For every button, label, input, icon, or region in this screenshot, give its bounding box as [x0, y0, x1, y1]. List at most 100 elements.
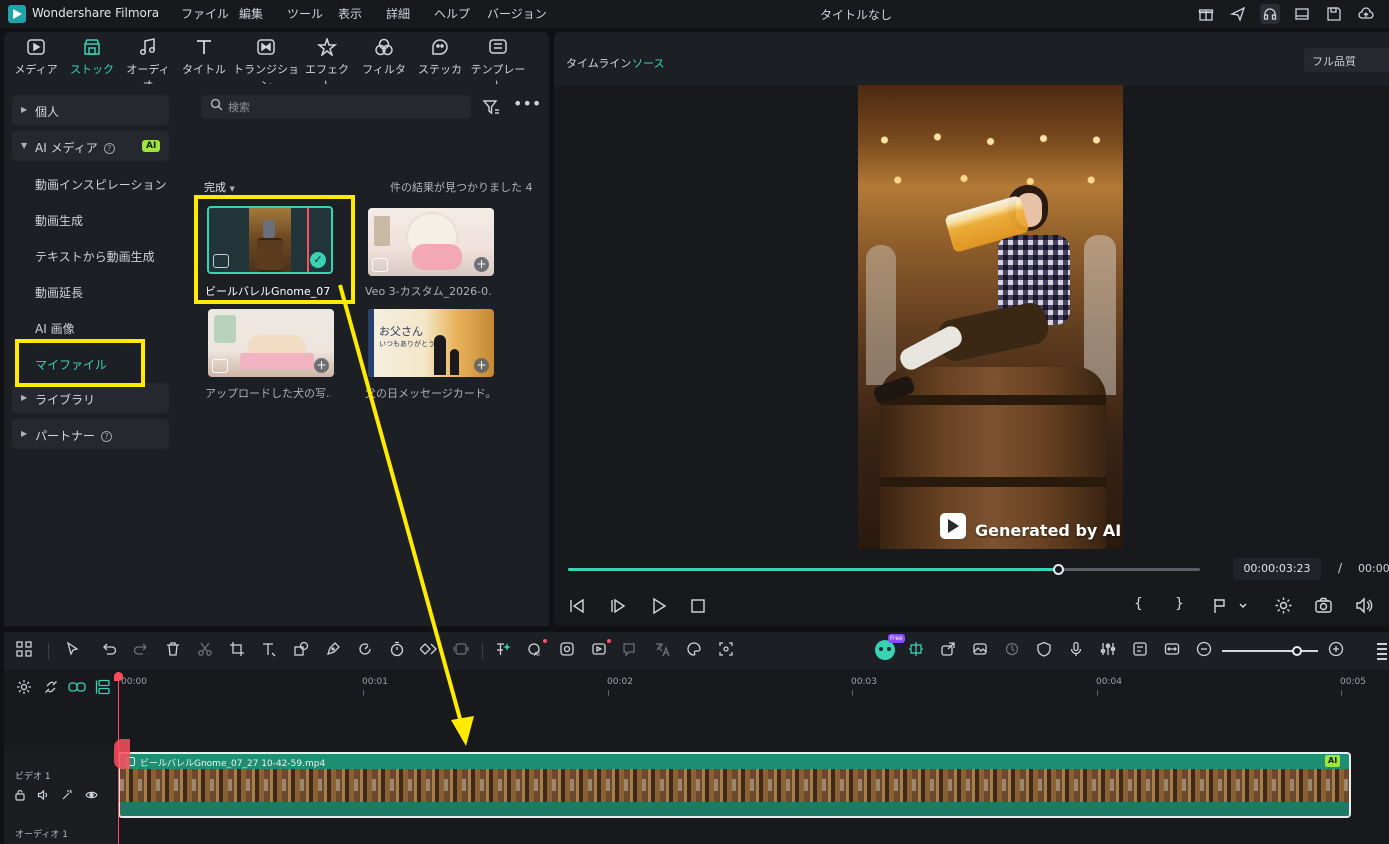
add-icon[interactable]: + — [474, 257, 489, 272]
play-button[interactable] — [650, 597, 668, 615]
shape-tool-icon[interactable] — [291, 641, 311, 661]
tab-timeline[interactable]: タイムライン — [566, 55, 631, 71]
gift-icon[interactable] — [1196, 4, 1216, 24]
sidebar-item-video-generation[interactable]: 動画生成 — [35, 212, 83, 229]
media-item-veo3[interactable]: + — [368, 208, 494, 276]
menu-edit[interactable]: 編集 — [239, 5, 263, 22]
layout-grid-icon[interactable] — [14, 641, 34, 661]
auto-beat-icon[interactable] — [906, 641, 926, 661]
sidebar-ai-media[interactable]: ▼ AI メディア? AI — [12, 131, 169, 161]
ai-video-icon[interactable] — [589, 639, 611, 661]
track-layout-icon[interactable] — [95, 679, 111, 695]
undo-icon[interactable] — [99, 641, 119, 661]
tab-title[interactable]: タイトル — [180, 38, 228, 82]
zoom-in-icon[interactable] — [1326, 641, 1346, 661]
menu-help[interactable]: ヘルプ — [434, 5, 470, 22]
search-input[interactable] — [228, 98, 458, 116]
track-settings-icon[interactable] — [1130, 641, 1150, 661]
mute-speaker-icon[interactable] — [37, 789, 49, 801]
more-options-icon[interactable]: ••• — [513, 96, 541, 116]
export-clip-icon[interactable] — [938, 641, 958, 661]
send-icon[interactable] — [1228, 4, 1248, 24]
layout-icon[interactable] — [1292, 4, 1312, 24]
add-icon[interactable]: + — [474, 358, 489, 373]
volume-icon[interactable] — [1354, 596, 1373, 615]
menu-advanced[interactable]: 詳細 — [386, 5, 410, 22]
magic-wand-icon[interactable] — [61, 789, 73, 801]
cloud-upload-icon[interactable] — [1356, 4, 1376, 24]
menu-view[interactable]: 表示 — [338, 5, 362, 22]
pen-tool-icon[interactable] — [323, 641, 343, 661]
ai-caption-icon[interactable] — [619, 641, 639, 661]
mark-out-button[interactable]: } — [1175, 596, 1184, 612]
audio-mixer-icon[interactable] — [1098, 641, 1118, 661]
link-icon[interactable] — [68, 679, 86, 695]
stop-button[interactable] — [690, 598, 706, 614]
tab-stock[interactable]: ストック — [68, 38, 116, 82]
timeline-settings-icon[interactable] — [16, 679, 32, 695]
headset-icon[interactable] — [1260, 4, 1280, 24]
ai-text-icon[interactable] — [493, 641, 513, 661]
ai-expand-icon[interactable] — [716, 641, 736, 661]
ai-copilot-icon[interactable] — [875, 640, 895, 660]
media-item-dog-photo[interactable]: + — [208, 309, 334, 377]
mark-in-button[interactable]: { — [1134, 596, 1143, 612]
eye-icon[interactable] — [85, 789, 98, 801]
video-clip[interactable]: ビールバレルGnome_07_27 10-42-59.mp4 AI — [118, 752, 1351, 818]
sidebar-personal[interactable]: ▶ 個人 — [12, 95, 169, 125]
settings-icon[interactable] — [1274, 596, 1293, 615]
more-toolbar-icon[interactable] — [1377, 640, 1387, 660]
tab-media[interactable]: メディア — [12, 38, 60, 82]
menu-version[interactable]: バージョン — [487, 5, 547, 22]
keyframe-icon[interactable] — [419, 641, 439, 661]
sidebar-item-ai-image[interactable]: AI 画像 — [35, 320, 75, 337]
playback-progress-track[interactable] — [568, 564, 1200, 575]
lock-icon[interactable] — [14, 789, 26, 801]
ai-cutout-icon[interactable] — [557, 641, 577, 661]
playhead-handle[interactable] — [114, 672, 123, 681]
crop-icon[interactable] — [227, 641, 247, 661]
search-field[interactable] — [201, 95, 471, 119]
filter-funnel-icon[interactable] — [482, 98, 500, 116]
microphone-icon[interactable] — [1066, 641, 1086, 661]
next-frame-button[interactable] — [609, 597, 627, 615]
sidebar-partner[interactable]: ▶ パートナー? — [12, 419, 169, 449]
snapshot-camera-icon[interactable] — [1314, 596, 1333, 615]
tab-sticker[interactable]: ステッカー — [415, 38, 465, 92]
current-time-display[interactable]: 00:00:03:23 — [1233, 558, 1321, 580]
translate-icon[interactable] — [652, 641, 672, 661]
zoom-slider-knob[interactable] — [1292, 646, 1302, 656]
delete-icon[interactable] — [163, 641, 183, 661]
timer-icon[interactable] — [387, 641, 407, 661]
quality-dropdown[interactable]: フル品質 — [1304, 48, 1389, 72]
tab-template[interactable]: テンプレート — [469, 38, 527, 92]
image-replace-icon[interactable] — [970, 641, 990, 661]
menu-file[interactable]: ファイル — [181, 5, 229, 22]
help-icon[interactable]: ? — [101, 431, 113, 442]
zoom-out-icon[interactable] — [1194, 641, 1214, 661]
help-icon[interactable]: ? — [103, 143, 115, 154]
sidebar-library[interactable]: ▶ ライブラリ — [12, 383, 169, 413]
ai-palette-icon[interactable] — [684, 641, 704, 661]
text-tool-icon[interactable] — [259, 641, 279, 661]
sidebar-item-video-inspiration[interactable]: 動画インスピレーション — [35, 176, 167, 193]
menu-tools[interactable]: ツール — [287, 5, 323, 22]
redo-icon[interactable] — [131, 641, 151, 661]
save-icon[interactable] — [1324, 4, 1344, 24]
playback-scrubber[interactable] — [1052, 564, 1064, 575]
sidebar-item-text-to-video[interactable]: テキストから動画生成 — [35, 248, 155, 265]
ai-color-icon[interactable]: AI — [525, 639, 547, 661]
shield-icon[interactable] — [1034, 641, 1054, 661]
unlink-icon[interactable] — [43, 679, 59, 695]
marker-dropdown[interactable] — [1212, 597, 1248, 615]
tab-filter[interactable]: フィルター — [359, 38, 409, 92]
add-icon[interactable]: + — [314, 358, 329, 373]
media-item-beer-barrel[interactable]: ✓ — [207, 206, 333, 274]
sort-dropdown[interactable]: 完成 ▼ — [204, 179, 235, 195]
tab-audio[interactable]: オーディオ — [122, 38, 174, 92]
zoom-slider[interactable] — [1222, 646, 1318, 656]
sidebar-item-video-extend[interactable]: 動画延長 — [35, 284, 83, 301]
freeze-frame-icon[interactable] — [451, 641, 471, 661]
speed-icon[interactable] — [355, 641, 375, 661]
tab-transition[interactable]: トランジション — [233, 38, 299, 92]
